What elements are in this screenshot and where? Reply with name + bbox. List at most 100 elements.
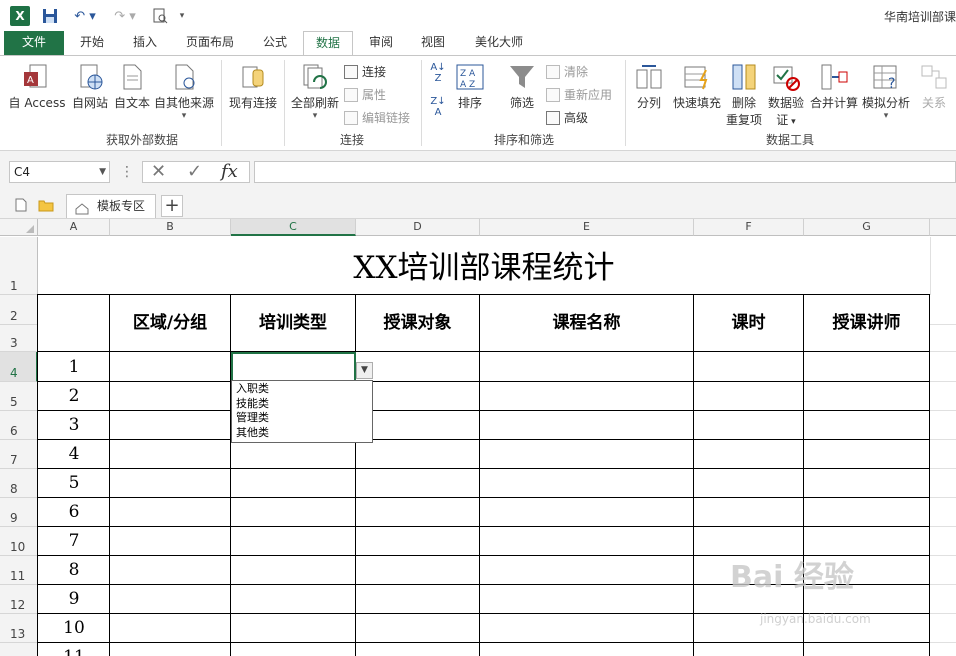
data-validation-button[interactable]: 数据验 证 ▾ [766,62,806,128]
advanced-filter-button[interactable]: 高级 [546,109,588,126]
row-header-9[interactable]: 9 [0,498,38,527]
row-number-cell[interactable]: 1 [38,357,110,377]
select-all-corner[interactable] [0,219,38,236]
table-border [37,497,930,498]
row-number-cell[interactable]: 2 [38,386,110,406]
row-header-8[interactable]: 8 [0,469,38,498]
tab-review[interactable]: 审阅 [359,31,403,55]
undo-icon[interactable]: ↶ ▾ [70,6,100,26]
row-header-1[interactable]: 1 [0,237,38,295]
row-header-10[interactable]: 10 [0,527,38,556]
dropdown-option[interactable]: 入职类 [236,382,372,397]
tab-home[interactable]: 开始 [70,31,114,55]
row-header-4[interactable]: 4 [0,352,38,382]
header-course-name[interactable]: 课程名称 [480,295,693,352]
flash-fill-button[interactable]: 快速填充 [670,62,724,111]
header-hours[interactable]: 课时 [694,295,803,352]
row-number-cell[interactable]: 7 [38,531,110,551]
insert-function-icon[interactable]: fx [221,161,238,183]
column-header-e[interactable]: E [480,219,694,236]
relationships-button[interactable]: 关系 [914,62,954,111]
row-header-6[interactable]: 6 [0,411,38,440]
sort-button[interactable]: Z AA Z 排序 [452,62,488,111]
sort-za-button[interactable]: Z↓ A [428,96,448,118]
column-header-h[interactable] [930,219,956,236]
remove-duplicates-button[interactable]: 删除 重复项 [724,62,764,128]
row-number-cell[interactable]: 5 [38,473,110,493]
from-text-button[interactable]: 自文本 [112,62,152,111]
column-header-a[interactable]: A [38,219,110,236]
row-header-11[interactable]: 11 [0,556,38,585]
tab-view[interactable]: 视图 [411,31,455,55]
consolidate-button[interactable]: 合并计算 [808,62,860,111]
tab-page-layout[interactable]: 页面布局 [178,31,242,55]
connections-button[interactable]: 连接 [344,63,386,80]
column-header-c[interactable]: C [231,219,356,236]
tab-beautify-master[interactable]: 美化大师 [466,31,532,55]
tab-insert[interactable]: 插入 [123,31,167,55]
row-header-7[interactable]: 7 [0,440,38,469]
from-access-button[interactable]: A 自 Access [8,62,66,111]
from-other-sources-button[interactable]: 自其他来源 ▾ [154,62,214,121]
row-header-13[interactable]: 13 [0,614,38,643]
edit-links-button[interactable]: 编辑链接 [344,109,410,126]
what-if-analysis-button[interactable]: ? 模拟分析 ▾ [860,62,912,121]
row-header-2[interactable]: 2 [0,295,38,325]
chevron-down-icon: ▾ [883,111,889,121]
name-box[interactable]: C4 ▼ [9,161,110,183]
column-header-f[interactable]: F [694,219,804,236]
print-preview-icon[interactable] [150,6,170,26]
header-training-type[interactable]: 培训类型 [231,295,355,352]
formula-input[interactable] [254,161,956,183]
text-to-columns-button[interactable]: 分列 [632,62,666,111]
dropdown-option[interactable]: 其他类 [236,426,372,441]
header-region-group[interactable]: 区域/分组 [110,295,230,352]
from-web-button[interactable]: 自网站 [70,62,110,111]
folder-icon[interactable] [38,198,54,212]
row-number-cell[interactable]: 11 [38,647,110,656]
row-header-5[interactable]: 5 [0,382,38,411]
filter-button[interactable]: 筛选 [504,62,540,111]
sort-az-button[interactable]: A↓ Z [428,62,448,84]
row-number-cell[interactable]: 8 [38,560,110,580]
group-separator [421,60,422,146]
customize-qat-icon[interactable]: ▾ [176,6,188,26]
clear-filter-button[interactable]: 清除 [546,63,588,80]
add-tab-button[interactable]: + [161,195,183,217]
row-header-14[interactable]: 14 [0,643,38,656]
dropdown-option[interactable]: 技能类 [236,397,372,412]
cancel-icon[interactable]: ✕ [151,161,166,183]
properties-button[interactable]: 属性 [344,86,386,103]
table-border [37,642,930,643]
row-number-cell[interactable]: 4 [38,444,110,464]
column-header-b[interactable]: B [110,219,231,236]
tab-template-zone[interactable]: 模板专区 [66,194,156,218]
row-number-cell[interactable]: 10 [38,618,110,638]
validation-dropdown-list[interactable]: 入职类 技能类 管理类 其他类 [231,380,373,443]
active-cell-c4[interactable] [231,352,356,382]
save-icon[interactable] [40,6,60,26]
tab-data[interactable]: 数据 [303,31,353,56]
reapply-button[interactable]: 重新应用 [546,86,612,103]
refresh-all-button[interactable]: 全部刷新 ▾ [288,62,342,121]
row-header-3[interactable]: 3 [0,325,38,352]
existing-connections-button[interactable]: 现有连接 [226,62,280,111]
enter-icon[interactable]: ✓ [187,161,202,183]
row-header-12[interactable]: 12 [0,585,38,614]
sheet-title[interactable]: XX培训部课程统计 [38,237,930,293]
dropdown-arrow-button[interactable]: ▼ [356,362,373,379]
row-number-cell[interactable]: 6 [38,502,110,522]
chevron-down-icon[interactable]: ▼ [99,162,106,182]
row-number-cell[interactable]: 9 [38,589,110,609]
header-audience[interactable]: 授课对象 [356,295,479,352]
tab-formulas[interactable]: 公式 [253,31,297,55]
row-number-cell[interactable]: 3 [38,415,110,435]
new-document-icon[interactable] [14,198,28,212]
column-header-g[interactable]: G [804,219,930,236]
header-instructor[interactable]: 授课讲师 [804,295,929,352]
tab-file[interactable]: 文件 [4,31,64,55]
column-header-d[interactable]: D [356,219,480,236]
dropdown-option[interactable]: 管理类 [236,411,372,426]
redo-icon[interactable]: ↷ ▾ [110,6,140,26]
window-title: 华南培训部课 [883,10,956,24]
